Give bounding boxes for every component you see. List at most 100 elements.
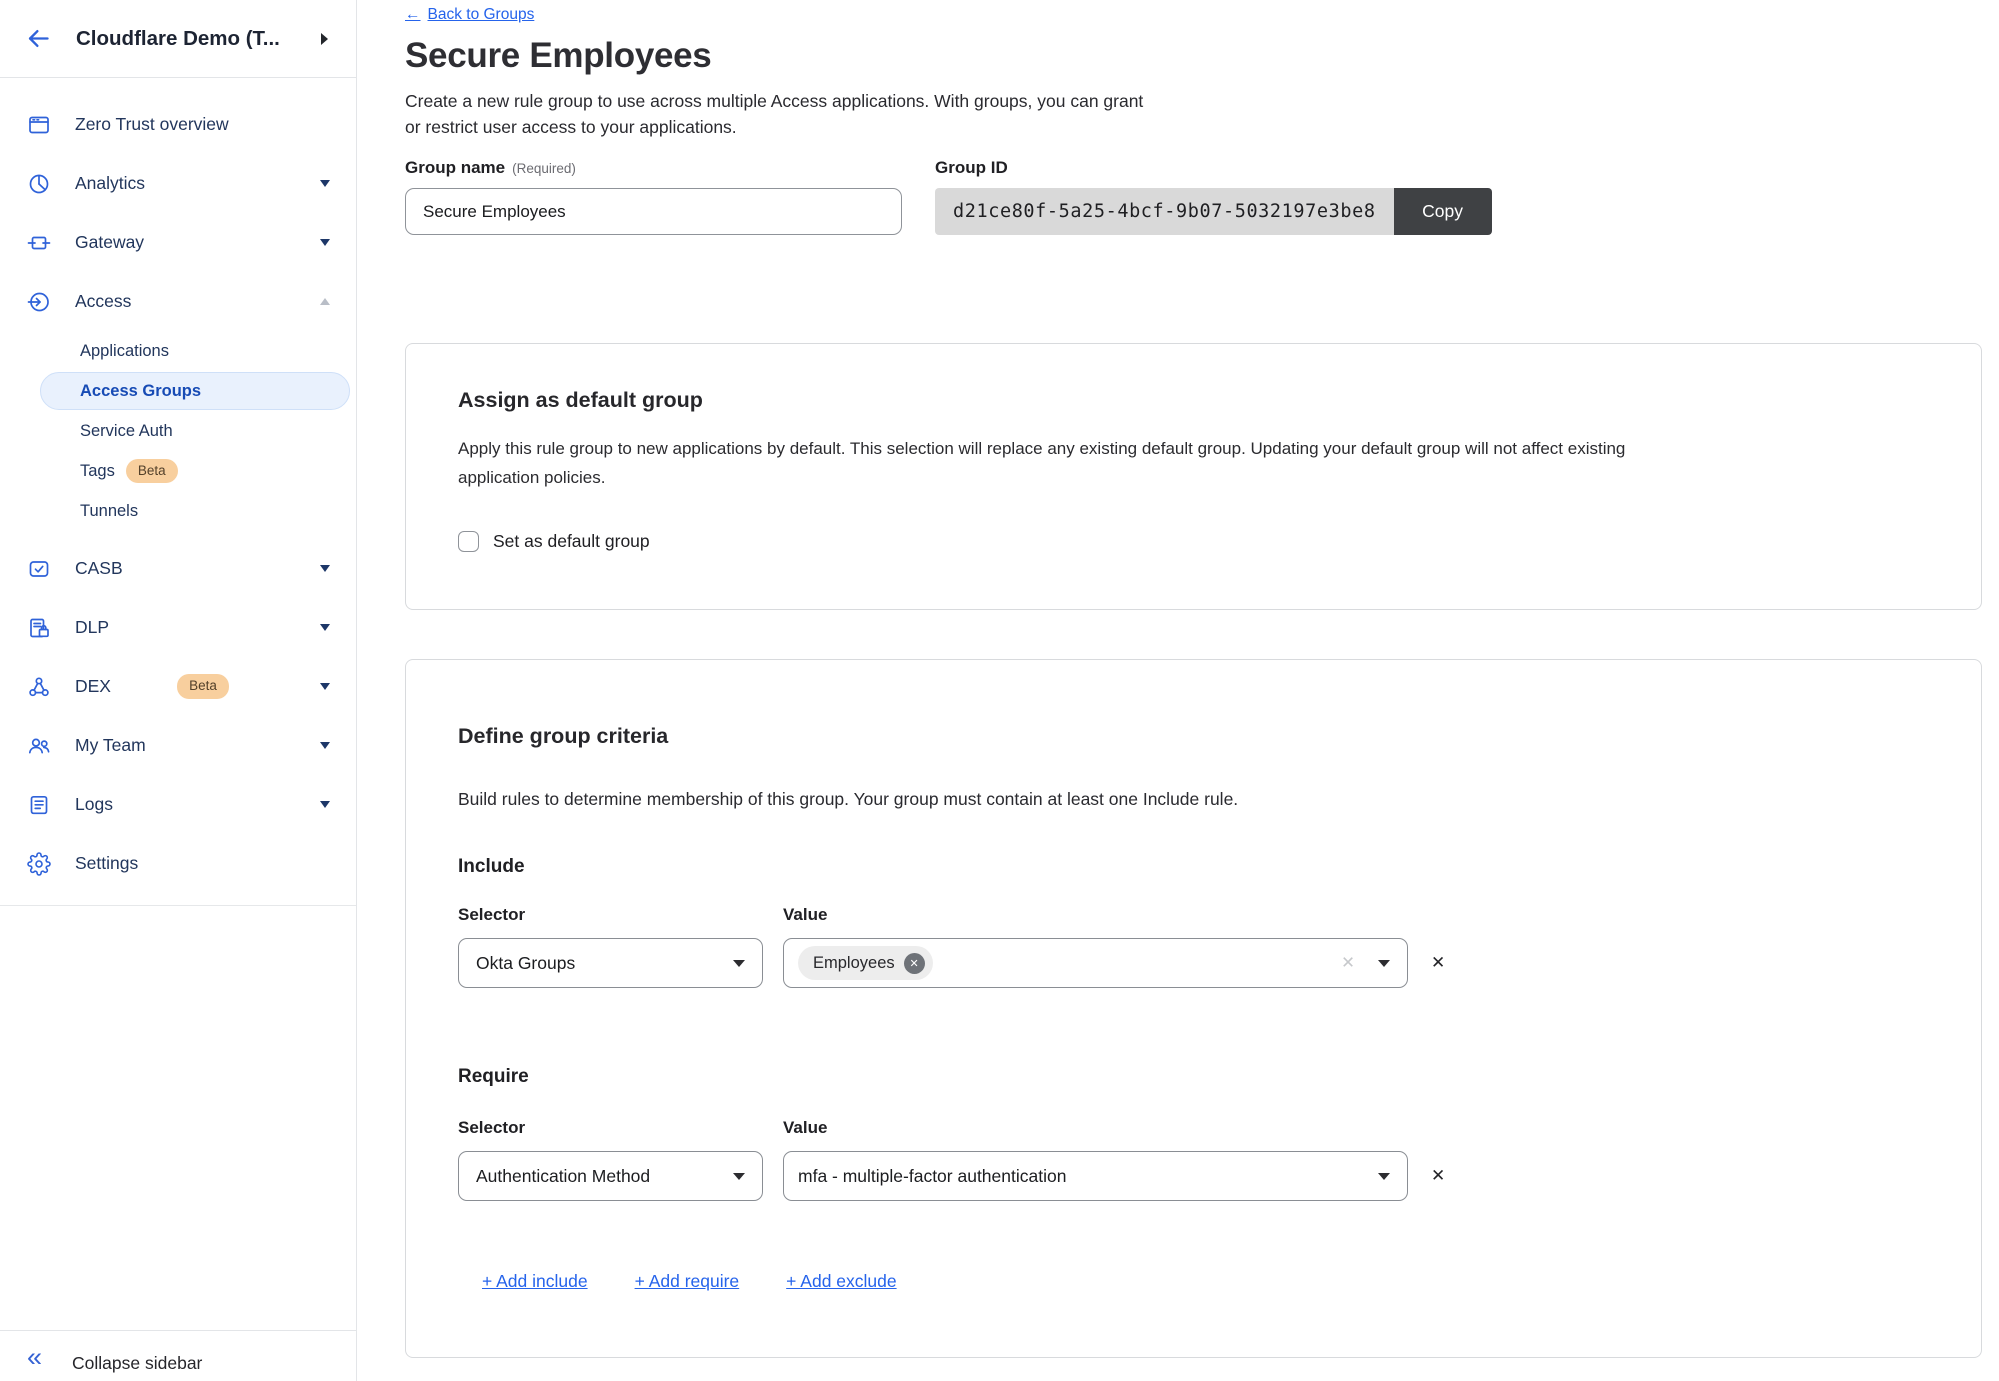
remove-tag-icon[interactable]: ✕ bbox=[904, 953, 925, 974]
assign-default-group-title: Assign as default group bbox=[458, 388, 1929, 413]
network-nodes-icon bbox=[27, 675, 51, 699]
people-icon bbox=[27, 734, 51, 758]
chevron-down-icon bbox=[320, 801, 330, 808]
add-require-link[interactable]: + Add require bbox=[635, 1271, 740, 1292]
include-rule-row: Okta Groups Employees ✕ ✕ ✕ bbox=[458, 938, 1929, 988]
logs-list-icon bbox=[27, 793, 51, 817]
sidebar-item-label: Access Groups bbox=[80, 382, 201, 401]
page-description: Create a new rule group to use across mu… bbox=[405, 88, 1999, 140]
sidebar-item-applications[interactable]: Applications bbox=[0, 331, 356, 371]
assign-default-description-line: application policies. bbox=[458, 463, 1888, 492]
sidebar-item-label: Tunnels bbox=[80, 502, 138, 521]
sidebar-item-label: Zero Trust overview bbox=[75, 114, 330, 135]
define-group-criteria-title: Define group criteria bbox=[458, 724, 1929, 749]
sidebar-item-dlp[interactable]: DLP bbox=[0, 598, 356, 657]
sidebar-item-gateway[interactable]: Gateway bbox=[0, 213, 356, 272]
collapse-sidebar-label: Collapse sidebar bbox=[72, 1345, 202, 1374]
chevron-down-icon bbox=[320, 624, 330, 631]
sidebar-item-settings[interactable]: Settings bbox=[0, 834, 356, 893]
sidebar-item-label: Analytics bbox=[75, 173, 320, 194]
group-id-row: d21ce80f-5a25-4bcf-9b07-5032197e3be8 Cop… bbox=[935, 188, 1492, 235]
access-icon bbox=[27, 290, 51, 314]
collapse-sidebar-button[interactable]: « Collapse sidebar bbox=[0, 1330, 356, 1381]
value-label: Value bbox=[783, 1118, 827, 1138]
require-selector-value: Authentication Method bbox=[476, 1166, 650, 1187]
set-default-group-checkbox[interactable] bbox=[458, 531, 479, 552]
group-name-input[interactable] bbox=[405, 188, 902, 235]
sidebar-item-label: DEX bbox=[75, 676, 166, 697]
value-tag: Employees ✕ bbox=[798, 946, 933, 980]
collapse-chevrons-icon: « bbox=[27, 1345, 42, 1369]
back-arrow-glyph: ← bbox=[405, 6, 421, 24]
sidebar-item-label: Settings bbox=[75, 853, 330, 874]
sidebar-item-tags[interactable]: Tags Beta bbox=[0, 451, 356, 491]
chevron-down-icon bbox=[320, 742, 330, 749]
assign-default-group-card: Assign as default group Apply this rule … bbox=[405, 343, 1982, 610]
sidebar-item-my-team[interactable]: My Team bbox=[0, 716, 356, 775]
required-hint: (Required) bbox=[512, 161, 576, 176]
window-icon bbox=[27, 113, 51, 137]
group-id-label: Group ID bbox=[935, 158, 1492, 178]
back-to-groups-link[interactable]: ← Back to Groups bbox=[405, 6, 534, 24]
require-labels-row: Selector Value bbox=[458, 1118, 1929, 1138]
sidebar-item-access[interactable]: Access bbox=[0, 272, 356, 331]
require-value-text: mfa - multiple-factor authentication bbox=[798, 1166, 1066, 1187]
define-group-criteria-card: Define group criteria Build rules to det… bbox=[405, 659, 1982, 1358]
page-title: Secure Employees bbox=[405, 36, 1999, 76]
sidebar-item-dex[interactable]: DEX Beta bbox=[0, 657, 356, 716]
copy-button[interactable]: Copy bbox=[1394, 188, 1492, 235]
access-sub-menu: Applications Access Groups Service Auth … bbox=[0, 331, 356, 539]
sidebar-item-analytics[interactable]: Analytics bbox=[0, 154, 356, 213]
add-include-link[interactable]: + Add include bbox=[482, 1271, 588, 1292]
casb-icon bbox=[27, 557, 51, 581]
require-rule-row: Authentication Method mfa - multiple-fac… bbox=[458, 1151, 1929, 1201]
page-description-line: Create a new rule group to use across mu… bbox=[405, 88, 1999, 114]
include-heading: Include bbox=[458, 856, 1929, 878]
assign-default-group-description: Apply this rule group to new application… bbox=[458, 434, 1888, 492]
sidebar-item-zero-trust-overview[interactable]: Zero Trust overview bbox=[0, 95, 356, 154]
sidebar-item-access-groups[interactable]: Access Groups bbox=[40, 372, 350, 410]
back-arrow-icon[interactable] bbox=[25, 25, 52, 52]
sidebar-item-casb[interactable]: CASB bbox=[0, 539, 356, 598]
sidebar-item-tunnels[interactable]: Tunnels bbox=[0, 491, 356, 531]
chevron-down-icon bbox=[1378, 960, 1390, 967]
document-lock-icon bbox=[27, 616, 51, 640]
selector-label: Selector bbox=[458, 905, 763, 925]
sidebar-item-service-auth[interactable]: Service Auth bbox=[0, 411, 356, 451]
group-id-value: d21ce80f-5a25-4bcf-9b07-5032197e3be8 bbox=[935, 188, 1394, 235]
include-value-multiselect[interactable]: Employees ✕ ✕ bbox=[783, 938, 1408, 988]
value-label: Value bbox=[783, 905, 827, 925]
chevron-down-icon bbox=[733, 960, 745, 967]
require-value-dropdown[interactable]: mfa - multiple-factor authentication bbox=[783, 1151, 1408, 1201]
chevron-down-icon bbox=[320, 565, 330, 572]
sidebar-item-label: Applications bbox=[80, 342, 169, 361]
remove-include-rule-button[interactable]: ✕ bbox=[1431, 953, 1445, 973]
remove-require-rule-button[interactable]: ✕ bbox=[1431, 1166, 1445, 1186]
sidebar: Cloudflare Demo (T... Zero Trust overvie… bbox=[0, 0, 357, 1381]
chevron-down-icon bbox=[1378, 1173, 1390, 1180]
sidebar-item-label: My Team bbox=[75, 735, 320, 756]
gateway-icon bbox=[27, 231, 51, 255]
value-tag-label: Employees bbox=[813, 954, 895, 973]
sidebar-item-label: Service Auth bbox=[80, 422, 173, 441]
group-name-label: Group name (Required) bbox=[405, 158, 902, 178]
assign-default-description-line: Apply this rule group to new application… bbox=[458, 434, 1888, 463]
rule-actions-row: + Add include + Add require + Add exclud… bbox=[458, 1271, 1929, 1292]
include-selector-dropdown[interactable]: Okta Groups bbox=[458, 938, 763, 988]
include-labels-row: Selector Value bbox=[458, 905, 1929, 925]
set-default-group-row: Set as default group bbox=[458, 531, 1929, 552]
chevron-down-icon bbox=[320, 683, 330, 690]
sidebar-item-label: Logs bbox=[75, 794, 320, 815]
clear-value-icon[interactable]: ✕ bbox=[1341, 953, 1355, 973]
chevron-up-icon bbox=[320, 298, 330, 305]
beta-badge: Beta bbox=[126, 459, 178, 484]
require-selector-dropdown[interactable]: Authentication Method bbox=[458, 1151, 763, 1201]
chevron-down-icon bbox=[320, 180, 330, 187]
sidebar-item-logs[interactable]: Logs bbox=[0, 775, 356, 834]
pie-chart-icon bbox=[27, 172, 51, 196]
account-expand-icon[interactable] bbox=[321, 33, 328, 45]
sidebar-divider bbox=[0, 905, 356, 906]
sidebar-item-label: Tags bbox=[80, 462, 115, 481]
add-exclude-link[interactable]: + Add exclude bbox=[786, 1271, 896, 1292]
chevron-down-icon bbox=[320, 239, 330, 246]
